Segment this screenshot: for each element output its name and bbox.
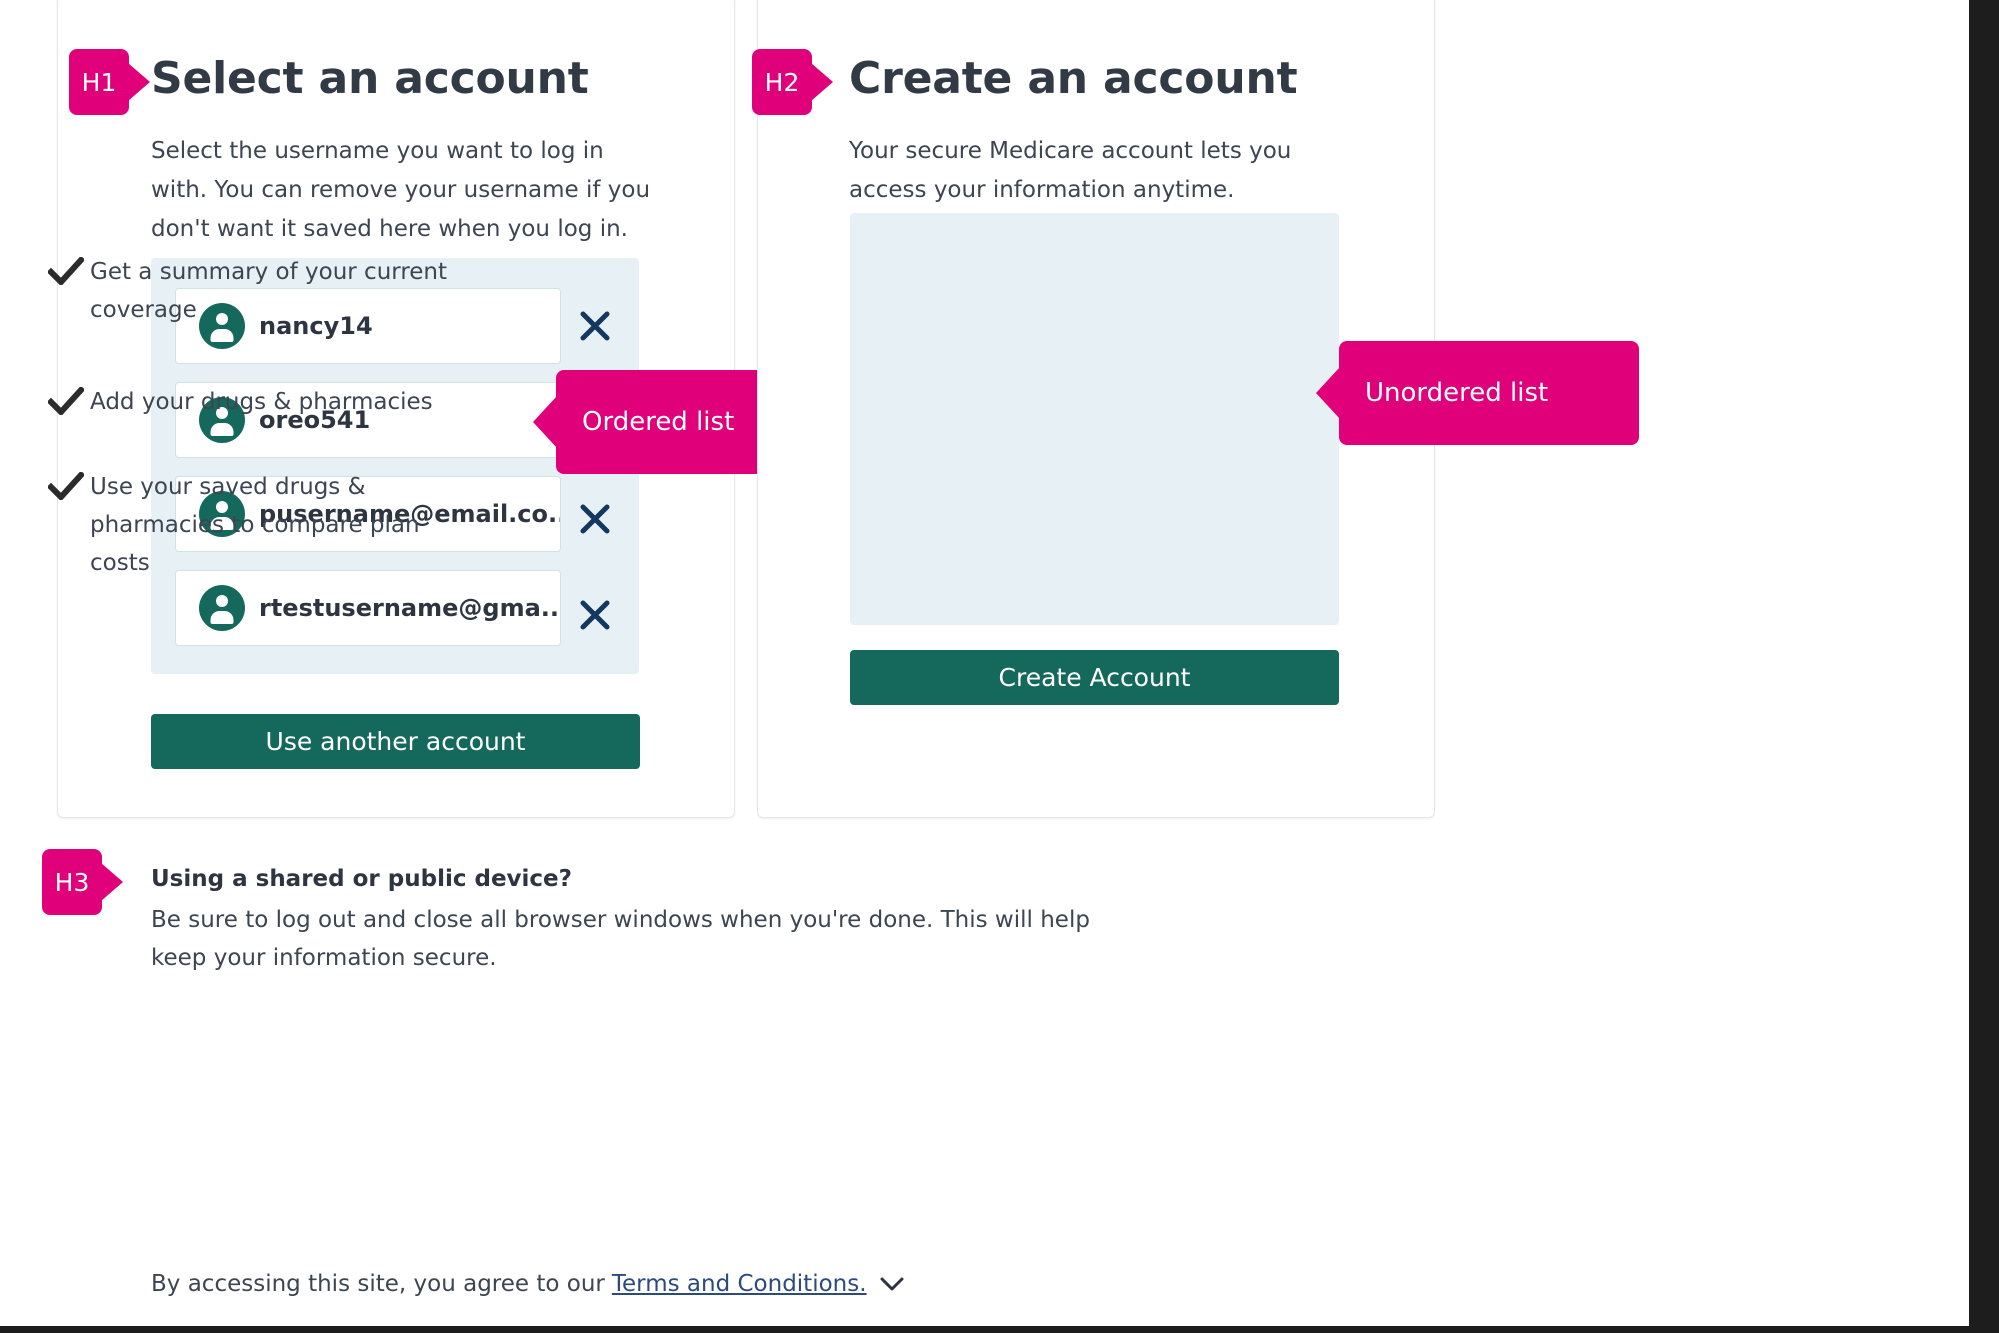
terms-line: By accessing this site, you agree to our… <box>151 1271 905 1297</box>
benefit-list-item: Add your drugs & pharmacies <box>48 383 448 421</box>
right-gutter <box>1969 0 1999 1333</box>
benefit-text: Add your drugs & pharmacies <box>90 389 433 415</box>
check-icon <box>48 472 90 500</box>
annotation-tag-h3-label: H3 <box>54 867 90 897</box>
callout-unordered-list: Unordered list <box>1316 341 1639 445</box>
select-account-description: Select the username you want to log in w… <box>151 138 651 242</box>
terms-and-conditions-link[interactable]: Terms and Conditions. <box>612 1271 867 1297</box>
remove-account-button[interactable] <box>572 592 618 638</box>
remove-account-button[interactable] <box>572 496 618 542</box>
annotation-tag-h1-label: H1 <box>81 67 117 97</box>
callout-unordered-list-label: Unordered list <box>1365 378 1549 408</box>
annotation-arrow-right-icon <box>811 63 833 101</box>
check-icon <box>48 387 90 415</box>
close-x-icon <box>580 600 610 630</box>
create-account-description: Your secure Medicare account lets you ac… <box>849 138 1292 203</box>
annotation-arrow-left-icon <box>1316 367 1340 419</box>
bottom-rule <box>0 1326 1969 1333</box>
benefit-list-item: Use your saved drugs & pharmacies to com… <box>48 468 448 582</box>
callout-ordered-list-label: Ordered list <box>582 407 735 437</box>
create-account-heading: Create an account <box>849 53 1298 104</box>
use-another-account-button[interactable]: Use another account <box>151 714 640 769</box>
annotation-tag-h3: H3 <box>42 849 123 915</box>
callout-ordered-list: Ordered list <box>533 370 790 474</box>
select-account-heading: Select an account <box>151 53 589 104</box>
remove-account-button[interactable] <box>572 303 618 349</box>
annotation-arrow-left-icon <box>533 396 557 448</box>
annotation-arrow-right-icon <box>128 63 150 101</box>
benefit-list-item: Get a summary of your current coverage <box>48 253 448 329</box>
page-root: H1 Select an account Select the username… <box>0 0 1999 1333</box>
annotation-tag-h1: H1 <box>69 49 150 115</box>
annotation-tag-h2: H2 <box>752 49 833 115</box>
terms-prefix: By accessing this site, you agree to our <box>151 1271 605 1297</box>
shared-device-title: Using a shared or public device? <box>151 866 572 892</box>
chevron-down-icon[interactable] <box>879 1276 905 1292</box>
benefits-list <box>850 213 1339 625</box>
close-x-icon <box>580 504 610 534</box>
annotation-arrow-right-icon <box>101 863 123 901</box>
close-x-icon <box>580 311 610 341</box>
annotation-tag-h2-label: H2 <box>764 67 800 97</box>
account-username: rtestusername@gma... <box>259 594 560 622</box>
create-account-button[interactable]: Create Account <box>850 650 1339 705</box>
user-avatar-icon <box>199 585 245 631</box>
benefit-text: Use your saved drugs & pharmacies to com… <box>90 474 420 576</box>
shared-device-body: Be sure to log out and close all browser… <box>151 907 1090 971</box>
check-icon <box>48 257 90 285</box>
benefit-text: Get a summary of your current coverage <box>90 259 448 323</box>
